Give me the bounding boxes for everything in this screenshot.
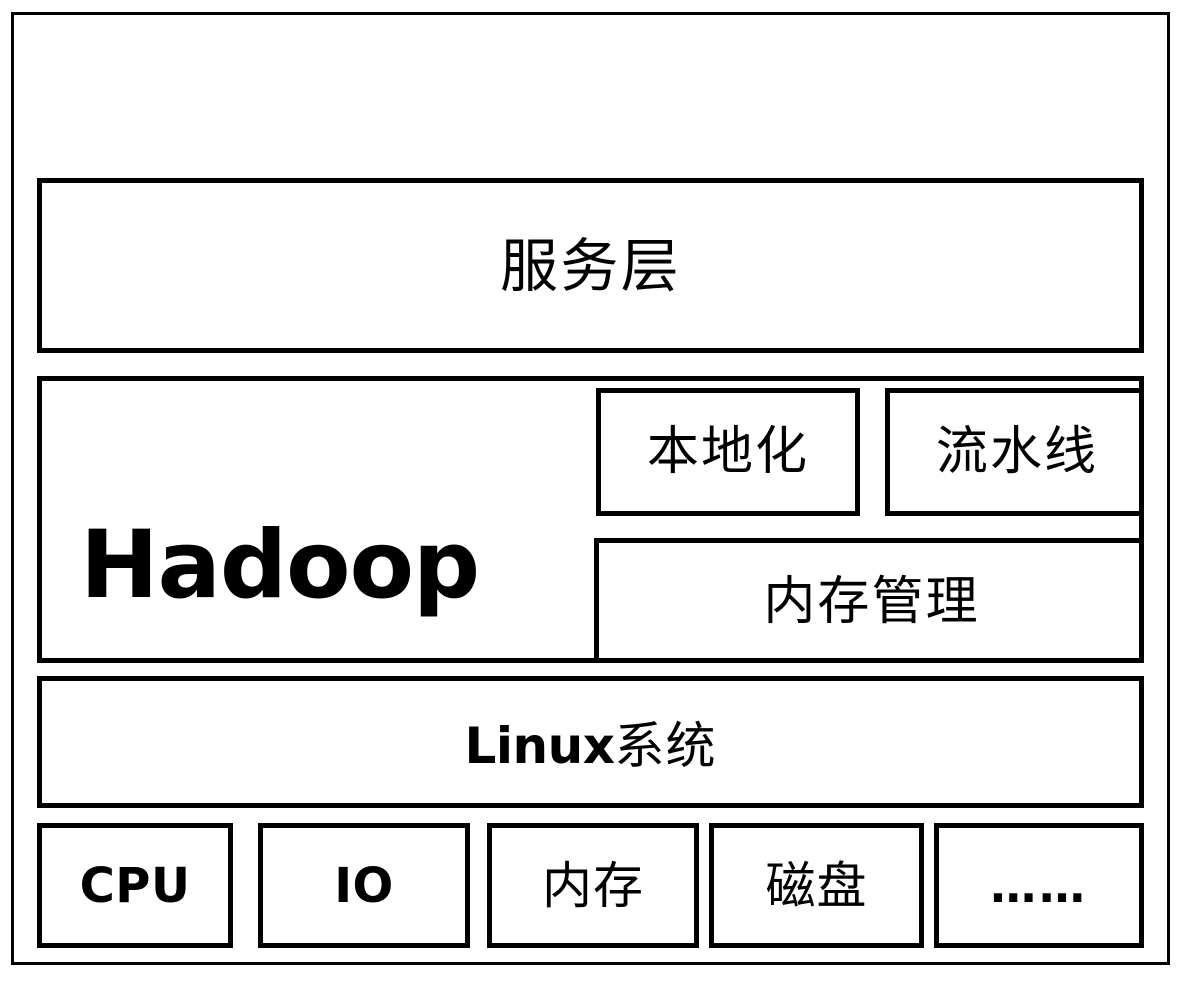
service-layer-box: 服务层 [37,178,1144,353]
hardware-label-more: …… [990,858,1088,913]
architecture-diagram: 服务层 Hadoop 本地化 流水线 内存管理 Linux 系统 CPU IO … [0,0,1183,983]
pipeline-module-label: 流水线 [935,422,1099,482]
hardware-label-cpu: CPU [79,857,191,914]
hardware-label-io: IO [334,857,394,914]
hardware-box-cpu: CPU [37,823,233,948]
hardware-label-disk: 磁盘 [765,856,868,915]
memory-management-module-box: 内存管理 [594,538,1139,658]
pipeline-module-box: 流水线 [885,388,1139,516]
linux-layer-label: Linux 系统 [465,706,717,778]
memory-management-module-label: 内存管理 [763,572,980,632]
hardware-resource-row: CPU IO 内存 磁盘 …… [37,823,1144,948]
hadoop-layer-box: Hadoop 本地化 流水线 内存管理 [37,376,1144,663]
localization-module-box: 本地化 [596,388,860,516]
hardware-label-memory: 内存 [542,856,644,915]
localization-module-label: 本地化 [646,422,810,482]
hardware-box-more: …… [934,823,1144,948]
hardware-box-disk: 磁盘 [709,823,924,948]
hadoop-label: Hadoop [80,511,480,620]
hardware-box-io: IO [258,823,470,948]
linux-layer-box: Linux 系统 [37,676,1144,808]
service-layer-label: 服务层 [500,231,681,300]
hardware-box-memory: 内存 [487,823,699,948]
linux-layer-label-cjk: 系统 [614,717,717,775]
linux-layer-label-latin: Linux [464,717,615,775]
diagram-outer-frame: 服务层 Hadoop 本地化 流水线 内存管理 Linux 系统 CPU IO … [11,12,1170,965]
